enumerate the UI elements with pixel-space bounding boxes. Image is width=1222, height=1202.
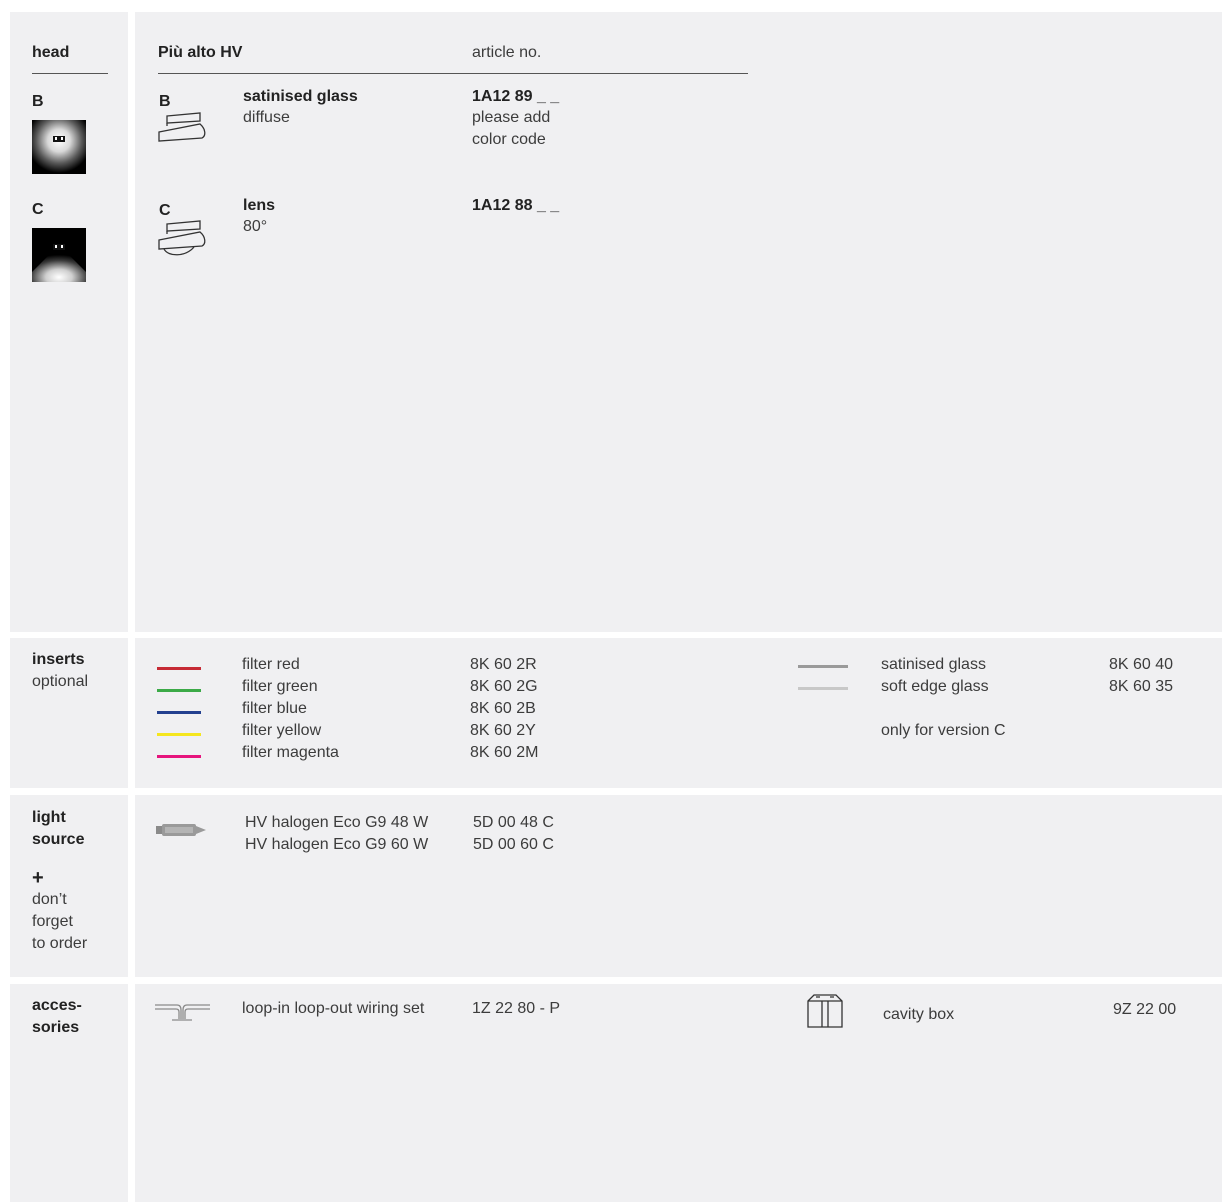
head-table-rule — [158, 73, 748, 74]
light-source-label-line2: source — [32, 831, 85, 848]
satinised-glass-article: 8K 60 40 — [1109, 656, 1174, 673]
wiring-set-article: 1Z 22 80 - P — [472, 1000, 561, 1017]
cavity-box-article: 9Z 22 00 — [1113, 1001, 1177, 1018]
light-source-label-line1: light — [32, 809, 66, 826]
article-no-header: article no. — [472, 44, 542, 61]
filter-blue-swatch — [157, 711, 201, 714]
halogen-48w-name: HV halogen Eco G9 48 W — [245, 814, 429, 831]
version-c-name: lens — [243, 197, 276, 214]
version-b-note-line1: please add — [472, 109, 551, 126]
version-b-article: 1A12 89 _ _ — [472, 88, 560, 105]
filter-yellow-article: 8K 60 2Y — [470, 722, 536, 739]
version-c-beam-image — [32, 228, 86, 282]
version-b-sub: diffuse — [243, 109, 290, 126]
product-title: Più alto HV — [158, 44, 243, 61]
version-c-sub: 80° — [243, 218, 268, 235]
filter-magenta-name: filter magenta — [242, 744, 339, 761]
version-c-code-left: C — [32, 201, 44, 218]
soft-edge-glass-swatch — [798, 687, 848, 690]
filter-blue-article: 8K 60 2B — [470, 700, 536, 717]
filter-green-swatch — [157, 689, 201, 692]
filter-green-name: filter green — [242, 678, 318, 695]
version-b-name: satinised glass — [243, 88, 358, 105]
reminder-line3: to order — [32, 935, 88, 952]
filter-magenta-article: 8K 60 2M — [470, 744, 539, 761]
inserts-label: inserts — [32, 651, 85, 668]
version-b-code-left: B — [32, 93, 44, 110]
halogen-60w-article: 5D 00 60 C — [473, 836, 554, 853]
filter-yellow-swatch — [157, 733, 201, 736]
soft-edge-glass-article: 8K 60 35 — [1109, 678, 1174, 695]
reminder-line2: forget — [32, 913, 73, 930]
wiring-set-icon — [155, 1004, 210, 1021]
luminaire-b-icon — [158, 112, 206, 142]
version-c-article: 1A12 88 _ _ — [472, 197, 560, 214]
satinised-glass-name: satinised glass — [881, 656, 986, 673]
halogen-lamp-icon — [156, 824, 206, 836]
plus-icon: + — [32, 867, 44, 889]
filter-green-article: 8K 60 2G — [470, 678, 538, 695]
luminaire-c-icon — [158, 220, 206, 256]
head-section-label: head — [32, 44, 70, 61]
inserts-sublabel: optional — [32, 673, 89, 690]
accessories-label-line2: sories — [32, 1019, 80, 1036]
version-b-beam-image — [32, 120, 86, 174]
cavity-box-name: cavity box — [883, 1006, 955, 1023]
head-label-rule — [32, 73, 108, 74]
filter-red-article: 8K 60 2R — [470, 656, 537, 673]
halogen-60w-name: HV halogen Eco G9 60 W — [245, 836, 429, 853]
version-b-code: B — [159, 93, 171, 110]
soft-edge-glass-name: soft edge glass — [881, 678, 989, 695]
version-c-only-note: only for version C — [881, 722, 1006, 739]
version-c-code: C — [159, 202, 171, 219]
cavity-box-icon — [807, 994, 843, 1028]
filter-red-swatch — [157, 667, 201, 670]
head-label-panel — [10, 12, 128, 632]
filter-yellow-name: filter yellow — [242, 722, 322, 739]
reminder-line1: don’t — [32, 891, 67, 908]
accessories-label-line1: acces- — [32, 997, 82, 1014]
satinised-glass-swatch — [798, 665, 848, 668]
halogen-48w-article: 5D 00 48 C — [473, 814, 554, 831]
version-b-note-line2: color code — [472, 131, 546, 148]
filter-magenta-swatch — [157, 755, 201, 758]
filter-blue-name: filter blue — [242, 700, 307, 717]
filter-red-name: filter red — [242, 656, 300, 673]
wiring-set-name: loop-in loop-out wiring set — [242, 1000, 425, 1017]
